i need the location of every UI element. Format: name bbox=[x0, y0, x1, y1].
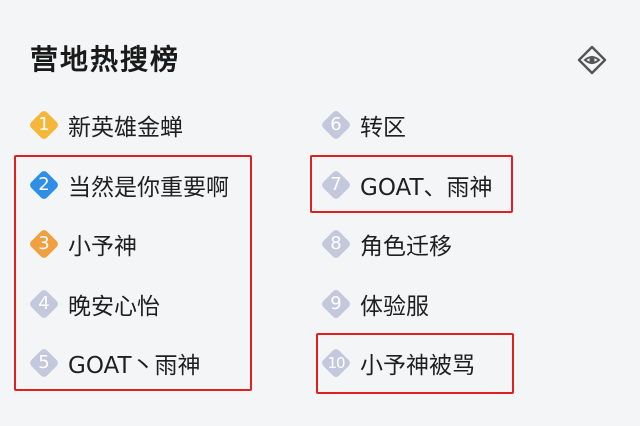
hot-item-label: 小予神 bbox=[68, 234, 137, 260]
hot-item-4[interactable]: 4 晚安心怡 bbox=[28, 284, 160, 324]
hot-item-8[interactable]: 8 角色迁移 bbox=[320, 224, 452, 264]
rank-badge: 8 bbox=[320, 228, 352, 260]
hot-item-10[interactable]: 10 小予神被骂 bbox=[320, 343, 475, 383]
rank-number: 2 bbox=[38, 174, 50, 195]
hot-item-label: 体验服 bbox=[360, 294, 429, 320]
hot-item-5[interactable]: 5 GOAT丶雨神 bbox=[28, 343, 201, 383]
hot-item-label: 晚安心怡 bbox=[68, 294, 160, 320]
rank-number: 7 bbox=[330, 174, 342, 195]
hot-item-label: GOAT丶雨神 bbox=[68, 353, 201, 379]
rank-badge: 10 bbox=[320, 347, 352, 379]
hot-item-6[interactable]: 6 转区 bbox=[320, 105, 406, 145]
rank-badge: 9 bbox=[320, 288, 352, 320]
rank-number: 1 bbox=[38, 114, 50, 135]
rank-number: 9 bbox=[330, 293, 342, 314]
rank-number: 8 bbox=[330, 233, 342, 254]
hot-item-label: 小予神被骂 bbox=[360, 353, 475, 379]
hot-item-label: 当然是你重要啊 bbox=[68, 175, 229, 201]
hot-item-7[interactable]: 7 GOAT、雨神 bbox=[320, 165, 493, 205]
diamond-eye-icon[interactable] bbox=[576, 44, 608, 76]
hot-item-3[interactable]: 3 小予神 bbox=[28, 224, 137, 264]
hot-item-label: 角色迁移 bbox=[360, 234, 452, 260]
card-title: 营地热搜榜 bbox=[30, 43, 181, 76]
hot-search-card: 营地热搜榜 1 新英雄金蝉 2 当然是你重要啊 3 小予神 4 晚安心怡 5 G… bbox=[0, 0, 640, 426]
rank-badge: 3 bbox=[28, 228, 60, 260]
rank-number: 3 bbox=[38, 233, 50, 254]
hot-item-label: 新英雄金蝉 bbox=[68, 115, 183, 141]
rank-badge: 1 bbox=[28, 109, 60, 141]
rank-number: 5 bbox=[38, 352, 50, 373]
rank-badge: 6 bbox=[320, 109, 352, 141]
rank-badge: 2 bbox=[28, 169, 60, 201]
hot-item-2[interactable]: 2 当然是你重要啊 bbox=[28, 165, 229, 205]
hot-item-label: GOAT、雨神 bbox=[360, 175, 493, 201]
hot-item-9[interactable]: 9 体验服 bbox=[320, 284, 429, 324]
hot-item-1[interactable]: 1 新英雄金蝉 bbox=[28, 105, 183, 145]
hot-item-label: 转区 bbox=[360, 115, 406, 141]
rank-badge: 4 bbox=[28, 288, 60, 320]
rank-badge: 7 bbox=[320, 169, 352, 201]
rank-number: 4 bbox=[38, 293, 50, 314]
rank-number: 6 bbox=[330, 114, 342, 135]
rank-badge: 5 bbox=[28, 347, 60, 379]
rank-number: 10 bbox=[327, 354, 345, 372]
